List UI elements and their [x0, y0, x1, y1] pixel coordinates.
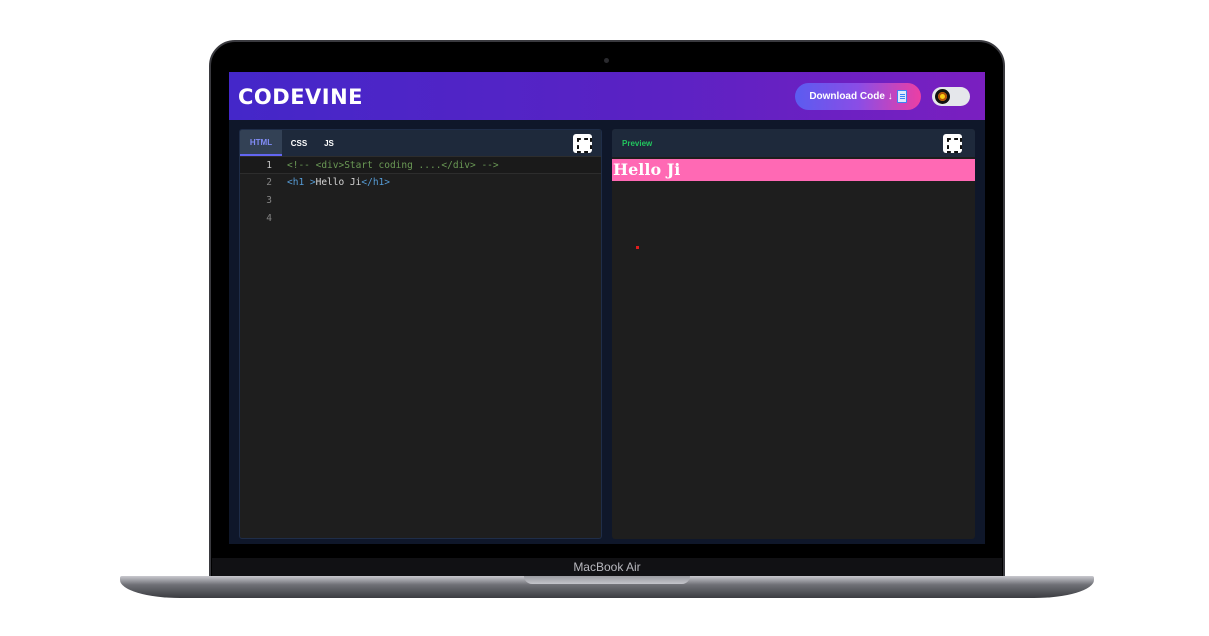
code-content: <h1 >Hello Ji</h1>: [287, 177, 390, 188]
line-number: 3: [266, 195, 272, 206]
code-line: 3: [240, 192, 601, 210]
code-line: 4: [240, 210, 601, 228]
sun-icon: [938, 92, 947, 101]
line-number: 1: [266, 160, 272, 171]
preview-body: Hello Ji: [612, 157, 975, 539]
tab-js[interactable]: JS: [316, 130, 342, 156]
code-line: 1 <!-- <div>Start coding ....</div> -->: [240, 156, 601, 174]
app-logo: CODEVINE: [238, 85, 364, 109]
editor-tabs: HTML CSS JS: [240, 130, 601, 156]
preview-panel: Preview Hello Ji: [612, 129, 975, 539]
camera-icon: [604, 58, 609, 63]
laptop-base-notch: [524, 576, 690, 584]
file-icon: [896, 90, 907, 103]
tab-html[interactable]: HTML: [240, 130, 282, 156]
code-line: 2 <h1 >Hello Ji</h1>: [240, 174, 601, 192]
line-number: 2: [266, 177, 272, 188]
preview-title: Preview: [622, 139, 653, 148]
tab-css[interactable]: CSS: [282, 130, 316, 156]
app-header: CODEVINE Download Code ↓: [229, 72, 985, 120]
code-area[interactable]: 1 <!-- <div>Start coding ....</div> --> …: [240, 156, 601, 538]
code-editor-panel: HTML CSS JS 1 <!-- <div>Start coding ...…: [239, 129, 602, 539]
line-number: 4: [266, 213, 272, 224]
download-code-label: Download Code ↓: [809, 91, 893, 102]
preview-heading: Hello Ji: [612, 159, 975, 181]
code-text: Hello Ji: [315, 177, 362, 188]
editor-fullscreen-icon[interactable]: [573, 134, 592, 153]
code-close-tag: </h1>: [361, 177, 390, 188]
toggle-knob: [935, 89, 950, 104]
theme-toggle[interactable]: [932, 87, 970, 106]
preview-header: Preview: [612, 129, 975, 157]
download-code-button[interactable]: Download Code ↓: [795, 83, 921, 110]
code-comment: <!-- <div>Start coding ....</div> -->: [287, 160, 499, 171]
app-screen: CODEVINE Download Code ↓ HTML CSS JS 1 <…: [229, 72, 985, 544]
cursor-dot: [636, 246, 639, 249]
preview-fullscreen-icon[interactable]: [943, 134, 962, 153]
device-label: MacBook Air: [573, 560, 641, 574]
code-open-tag: <h1 >: [287, 177, 316, 188]
